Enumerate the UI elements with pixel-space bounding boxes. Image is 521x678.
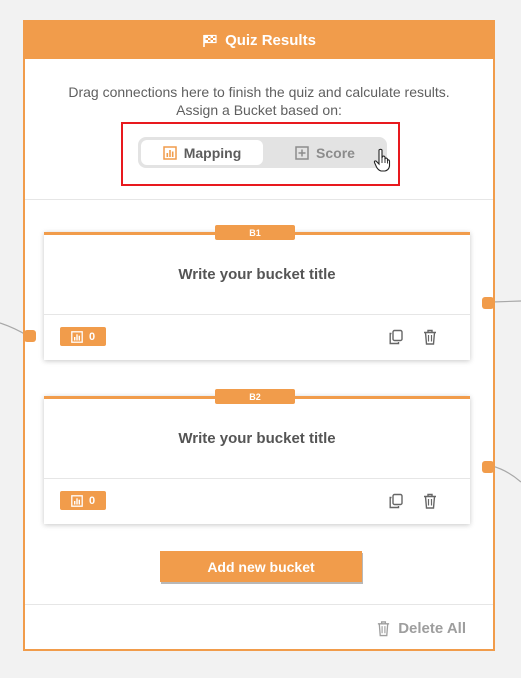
hand-cursor-icon (373, 148, 391, 172)
chart-icon (71, 494, 83, 507)
bucket-title[interactable]: Write your bucket title (44, 235, 470, 315)
bucket-footer: 0 (44, 315, 470, 360)
bucket-b1-output-port[interactable] (482, 297, 494, 309)
score-option[interactable]: Score (268, 140, 382, 165)
bucket-card-b1[interactable]: B1 Write your bucket title 0 (44, 225, 470, 360)
plus-square-icon (295, 145, 309, 160)
bucket-b2-output-port[interactable] (482, 461, 494, 473)
mapping-count-badge: 0 (60, 327, 106, 346)
delete-all-button[interactable]: Delete All (376, 620, 466, 637)
chart-icon (162, 145, 177, 160)
flag-icon (203, 34, 217, 47)
outgoing-connection-line-1 (492, 300, 521, 303)
bucket-title[interactable]: Write your bucket title (44, 399, 470, 479)
panel-title: Quiz Results (225, 32, 316, 49)
chart-icon (71, 330, 83, 343)
mapping-count-badge: 0 (60, 491, 106, 510)
add-new-bucket-button[interactable]: Add new bucket (160, 551, 362, 582)
mapping-label: Mapping (183, 144, 242, 161)
bucket-tag: B1 (215, 225, 295, 240)
outgoing-connection-line-2 (492, 465, 521, 483)
duplicate-icon[interactable] (388, 493, 404, 509)
input-port[interactable] (24, 330, 36, 342)
footer-divider (25, 604, 493, 605)
intro-text: Drag connections here to finish the quiz… (25, 59, 493, 119)
bucket-footer: 0 (44, 479, 470, 524)
duplicate-icon[interactable] (388, 329, 404, 345)
quiz-results-panel: Quiz Results Drag connections here to fi… (23, 20, 495, 651)
panel-header: Quiz Results (25, 22, 493, 59)
mapping-option[interactable]: Mapping (141, 140, 263, 165)
score-label: Score (316, 144, 355, 161)
intro-line-2: Assign a Bucket based on: (176, 102, 342, 118)
bucket-mode-toggle[interactable]: Mapping Score (138, 137, 391, 172)
intro-line-1: Drag connections here to finish the quiz… (68, 84, 450, 100)
bucket-card-b2[interactable]: B2 Write your bucket title 0 (44, 389, 470, 524)
section-divider (25, 199, 493, 200)
trash-icon (378, 621, 390, 637)
toggle-highlight-box: Mapping Score (121, 122, 400, 186)
mapping-count: 0 (88, 330, 96, 343)
trash-icon[interactable] (422, 493, 438, 509)
delete-all-label: Delete All (398, 620, 466, 637)
trash-icon[interactable] (422, 329, 438, 345)
bucket-tag: B2 (215, 389, 295, 404)
mapping-count: 0 (88, 494, 96, 507)
